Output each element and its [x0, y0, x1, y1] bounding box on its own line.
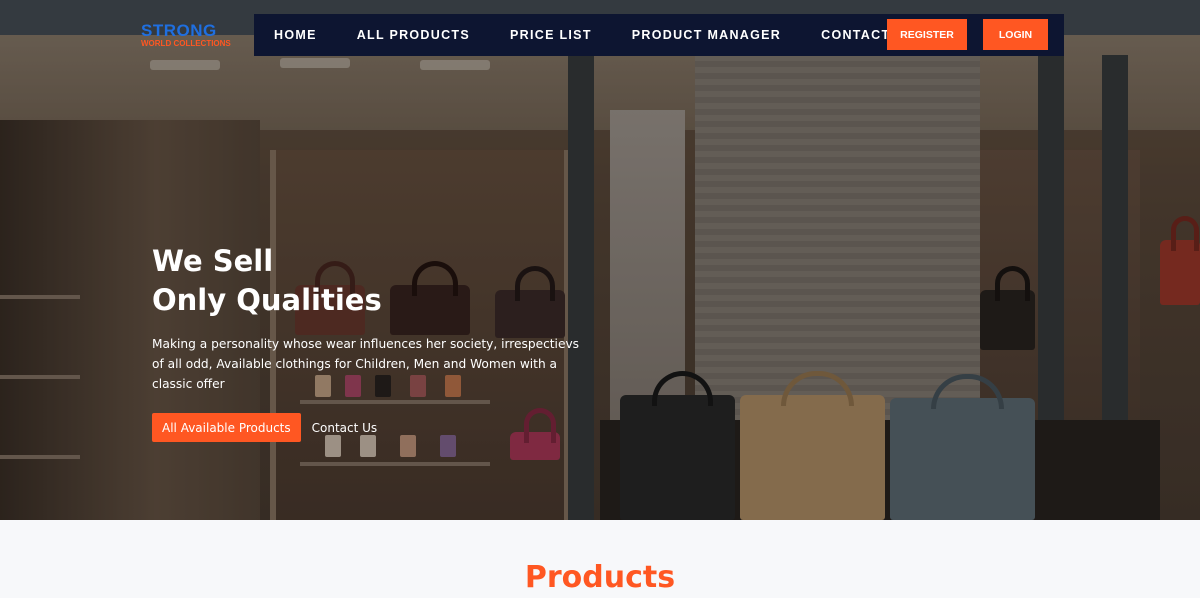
login-button[interactable]: LOGIN — [983, 19, 1048, 50]
brand-logo[interactable]: STRONG WORLD COLLECTIONS — [141, 22, 231, 48]
main-navbar: HOME ALL PRODUCTS PRICE LIST PRODUCT MAN… — [254, 14, 1064, 56]
hero-content: We Sell Only Qualities Making a personal… — [152, 242, 592, 442]
hero-actions: All Available Products Contact Us — [152, 413, 592, 442]
all-products-button[interactable]: All Available Products — [152, 413, 301, 442]
hero-title-line1: We Sell — [152, 244, 274, 278]
products-heading: Products — [524, 560, 676, 595]
nav-contact[interactable]: CONTACT — [821, 28, 890, 42]
brand-name: STRONG — [141, 21, 217, 40]
hero-description: Making a personality whose wear influenc… — [152, 337, 580, 391]
brand-tagline: WORLD COLLECTIONS — [141, 39, 231, 48]
contact-us-link[interactable]: Contact Us — [312, 421, 378, 435]
nav-price-list[interactable]: PRICE LIST — [510, 28, 592, 42]
nav-product-manager[interactable]: PRODUCT MANAGER — [632, 28, 781, 42]
hero-title-line2: Only Qualities — [152, 283, 382, 317]
nav-home[interactable]: HOME — [274, 28, 317, 42]
nav-all-products[interactable]: ALL PRODUCTS — [357, 28, 470, 42]
register-button[interactable]: REGISTER — [887, 19, 967, 50]
